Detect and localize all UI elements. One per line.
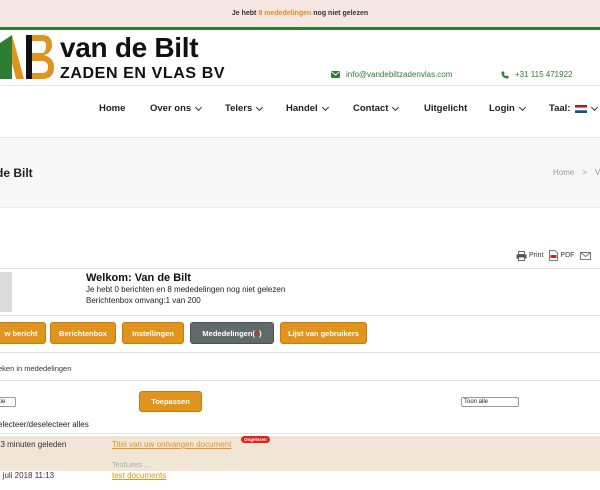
nav-handel-label: Handel (286, 103, 318, 114)
inbox-size: Berichtenbox omvang:1 van 200 (86, 296, 201, 305)
nav-login-label: Login (489, 103, 515, 114)
nav-over-ons-label: Over ons (150, 103, 192, 114)
breadcrumb-home[interactable]: Home (553, 168, 574, 177)
nav-contact-label: Contact (353, 103, 389, 114)
announcements-button[interactable]: Mededelingen(8) (190, 322, 274, 344)
inbox-button[interactable]: Berichtenbox (50, 322, 116, 344)
chevron-down-icon (195, 103, 203, 111)
nav-uitgelicht-label: Uitgelicht (424, 103, 468, 114)
printer-icon (516, 250, 527, 261)
user-list-button[interactable]: Lijst van gebruikers (280, 322, 367, 344)
brand-logo-icon[interactable] (0, 33, 54, 81)
header-accent-line (0, 27, 600, 30)
search-label: eken in mededelingen (0, 364, 72, 373)
nav-home-label: Home (99, 103, 126, 114)
brand-name[interactable]: van de Bilt (60, 32, 199, 64)
show-filter-value: Toon alle (464, 399, 489, 405)
breadcrumb-current: V (595, 168, 600, 177)
chevron-down-icon (518, 103, 526, 111)
settings-button[interactable]: Instellingen (122, 322, 184, 344)
show-filter-select[interactable]: Toon alle (461, 397, 519, 407)
apply-button[interactable]: Toepassen (139, 391, 202, 412)
pdf-icon (549, 250, 559, 261)
nav-telers[interactable]: Telers (225, 103, 264, 114)
nav-language[interactable]: Taal: (549, 103, 599, 114)
contact-phone-text: +31 115 471922 (515, 70, 573, 79)
print-button[interactable]: Print (516, 250, 544, 261)
nav-telers-label: Telers (225, 103, 253, 114)
bulk-action-select[interactable]: tie (0, 397, 16, 407)
unread-summary: Je hebt 0 berichten en 8 mededelingen no… (86, 285, 286, 294)
contact-phone-link[interactable]: +31 115 471922 (501, 70, 572, 79)
breadcrumb: Home > V (553, 168, 600, 177)
nav-over-ons[interactable]: Over ons (150, 103, 203, 114)
notice-suffix: nog niet gelezen (313, 10, 369, 17)
message-title-link[interactable]: Titel van uw ontvangen document (112, 440, 231, 449)
nav-language-label: Taal: (549, 103, 571, 114)
page-root: Je hebt 8 mededelingen nog niet gelezen … (0, 0, 600, 490)
message-time: 13 minuten geleden (0, 440, 67, 449)
list-divider (0, 433, 600, 434)
mail-icon (331, 71, 340, 78)
brand-subtitle: ZADEN EN VLAS BV (60, 65, 226, 82)
pdf-label: PDF (560, 252, 575, 259)
envelope-icon (580, 251, 592, 260)
message-sender: TestLees ... (112, 460, 151, 469)
page-title: de Bilt (0, 166, 33, 180)
print-label: Print (529, 252, 544, 259)
table-row[interactable] (0, 436, 600, 471)
chevron-down-icon (321, 103, 329, 111)
page-tools: Print PDF (516, 250, 592, 261)
page-title-bar (0, 138, 600, 208)
notice-link[interactable]: 8 mededelingen (258, 10, 311, 17)
welcome-divider (0, 315, 600, 316)
nav-contact[interactable]: Contact (353, 103, 400, 114)
search-divider (0, 380, 600, 381)
unread-badge: Ongelezen (241, 436, 270, 443)
contact-email-text: info@vandebiltzadenvlas.com (346, 70, 453, 79)
nav-login[interactable]: Login (489, 103, 526, 114)
contact-email-link[interactable]: info@vandebiltzadenvlas.com (331, 70, 452, 79)
welcome-heading: Welkom: Van de Bilt (86, 272, 191, 284)
buttons-divider (0, 352, 600, 353)
nav-home[interactable]: Home (99, 103, 125, 114)
chevron-down-icon (256, 103, 264, 111)
message-title-link[interactable]: test documents (112, 471, 166, 480)
bulk-action-value: tie (0, 399, 6, 405)
nav-handel[interactable]: Handel (286, 103, 329, 114)
avatar (0, 272, 12, 312)
new-message-button[interactable]: w bericht (0, 322, 46, 344)
announcements-close: ) (259, 328, 262, 338)
announcements-label: Mededelingen( (202, 328, 255, 338)
email-share-button[interactable] (580, 251, 592, 260)
header-divider (0, 85, 600, 86)
chevron-down-icon (392, 103, 400, 111)
tools-divider (0, 268, 600, 269)
breadcrumb-separator: > (582, 168, 588, 177)
message-time: 3 juli 2018 11:13 (0, 471, 55, 480)
phone-icon (501, 71, 509, 78)
select-all-toggle[interactable]: electeer/deselecteer alles (0, 420, 89, 429)
chevron-down-icon (591, 103, 599, 111)
notice-prefix: Je hebt (231, 10, 257, 17)
main-navigation: Home Over ons Telers Handel Contact Uitg… (0, 103, 600, 121)
pdf-button[interactable]: PDF (549, 250, 574, 261)
unread-notice-bar: Je hebt 8 mededelingen nog niet gelezen (0, 0, 600, 27)
dutch-flag-icon (575, 104, 588, 113)
nav-uitgelicht[interactable]: Uitgelicht (424, 103, 467, 114)
